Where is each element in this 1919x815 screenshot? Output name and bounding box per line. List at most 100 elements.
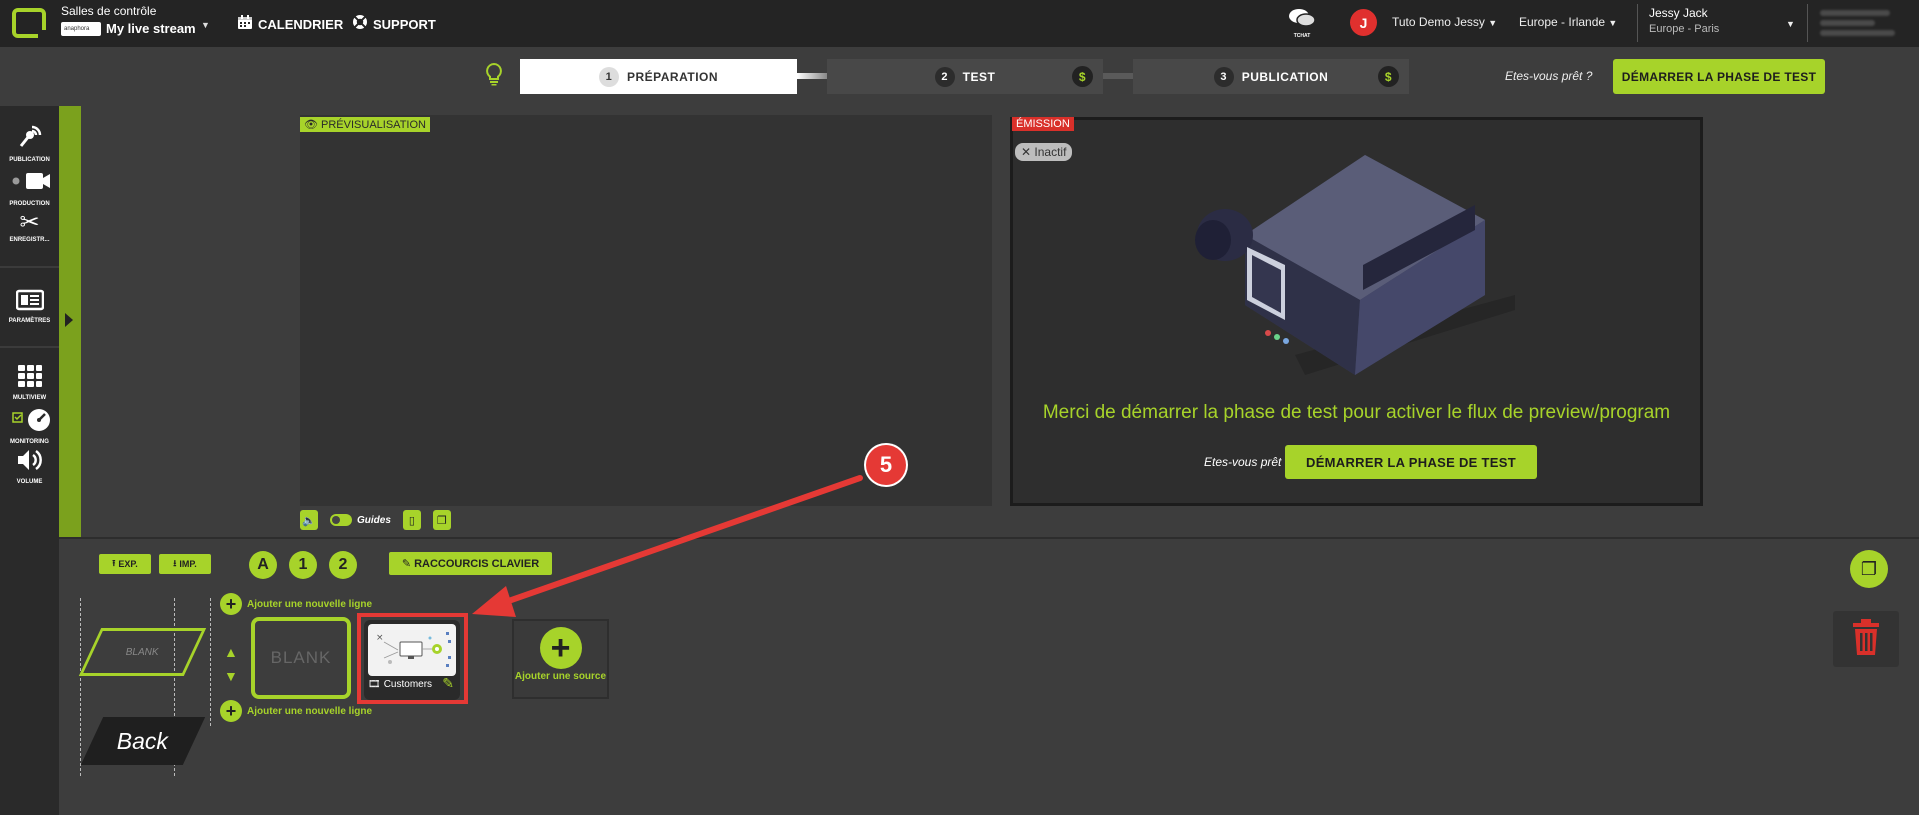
add-line-bottom-button[interactable]: + Ajouter une nouvelle ligne: [220, 700, 372, 722]
step-label: TEST: [962, 69, 996, 84]
sidebar-item-production[interactable]: PRODUCTION: [0, 168, 59, 207]
account-selector[interactable]: Tuto Demo Jessy ▼: [1392, 15, 1497, 29]
dollar-icon: $: [1378, 66, 1399, 87]
sidebar-label: MULTIVIEW: [12, 395, 47, 401]
divider: [0, 346, 59, 348]
step-number: 3: [1213, 66, 1234, 87]
sidebar-item-settings[interactable]: PARAMÈTRES: [0, 289, 59, 324]
nav-support[interactable]: SUPPORT: [352, 14, 436, 35]
expand-arrow-icon: [65, 313, 73, 327]
preview-controls: 🔈 Guides ▯ ❐: [300, 510, 451, 530]
account-avatar[interactable]: J: [1350, 9, 1377, 36]
sidebar-item-publication[interactable]: PUBLICATION: [0, 124, 59, 163]
emission-tag: ÉMISSION: [1012, 117, 1074, 131]
control-room-selector[interactable]: Salles de contrôle anaphora My live stre…: [61, 4, 210, 36]
keyboard-shortcuts-button[interactable]: ✎ RACCOURCIS CLAVIER: [389, 552, 552, 575]
sidebar-label: MONITORING: [10, 439, 49, 445]
add-source-button[interactable]: + Ajouter une source: [512, 619, 609, 699]
back-layer-label: Back: [117, 727, 169, 754]
arrow-down-icon[interactable]: ▼: [224, 664, 238, 688]
preview-tag-label: PRÉVISUALISATION: [321, 119, 426, 131]
sidebar-item-monitoring[interactable]: MONITORING: [0, 406, 59, 445]
step-label: PRÉPARATION: [626, 69, 719, 84]
dashed-guide: [210, 598, 211, 726]
trash-dropzone[interactable]: [1833, 611, 1899, 667]
arrow-up-icon[interactable]: ▲: [224, 640, 238, 664]
plus-icon: +: [539, 627, 582, 669]
sidebar-label: PRODUCTION: [9, 201, 50, 207]
emission-start-test-button[interactable]: DÉMARRER LA PHASE DE TEST: [1285, 445, 1537, 479]
camera-illustration: [1185, 125, 1525, 400]
layout-1-button[interactable]: 1: [289, 551, 317, 579]
account-name: Tuto Demo Jessy: [1392, 15, 1485, 29]
step-connector: [797, 73, 827, 79]
emission-message: Merci de démarrer la phase de test pour …: [1042, 402, 1671, 423]
layers-icon: ❐: [1860, 558, 1878, 579]
step-test[interactable]: 2 TEST $: [827, 59, 1103, 94]
grid-icon: [0, 364, 59, 394]
start-test-button[interactable]: DÉMARRER LA PHASE DE TEST: [1613, 59, 1825, 94]
app-logo[interactable]: [12, 8, 48, 40]
panel-toggle-bar[interactable]: [59, 106, 81, 538]
ready-question: Etes-vous prêt ?: [1505, 69, 1593, 83]
chevron-down-icon[interactable]: ▼: [1786, 16, 1795, 30]
shortcuts-label: RACCOURCIS CLAVIER: [414, 557, 540, 570]
chat-button[interactable]: TCHAT: [1288, 8, 1316, 39]
mobile-icon[interactable]: ▯: [402, 510, 421, 530]
control-rooms-title: Salles de contrôle: [61, 4, 157, 18]
status-label: Inactif: [1034, 145, 1067, 159]
divider: [1807, 4, 1808, 42]
scissors-icon: ✂: [19, 209, 40, 236]
sidebar-item-recording[interactable]: ✂ ENREGISTR...: [0, 209, 59, 244]
step-preparation[interactable]: 1 PRÉPARATION: [520, 59, 797, 94]
copy-icon[interactable]: ❐: [432, 510, 451, 530]
top-bar: Salles de contrôle anaphora My live stre…: [0, 0, 1919, 47]
nav-calendar-label: CALENDRIER: [258, 17, 344, 32]
region-selector[interactable]: Europe - Irlande ▼: [1519, 15, 1617, 29]
guides-label: Guides: [357, 514, 391, 526]
chevron-down-icon: ▼: [1608, 18, 1618, 28]
speaker-icon[interactable]: 🔈: [300, 510, 318, 530]
highlight-box: [357, 613, 468, 704]
sidebar-label: VOLUME: [16, 479, 43, 485]
sidebar-label: PARAMÈTRES: [8, 318, 51, 324]
layout-a-button[interactable]: A: [249, 551, 277, 579]
layers-button[interactable]: ❐: [1850, 550, 1888, 588]
chevron-down-icon: ▼: [1488, 18, 1498, 28]
guides-toggle[interactable]: Guides: [330, 514, 391, 526]
section-divider: [59, 537, 1919, 539]
calendar-icon: [237, 14, 253, 35]
sidebar-item-volume[interactable]: VOLUME: [0, 448, 59, 485]
chevron-down-icon: ▼: [201, 20, 210, 30]
sidebar-label: PUBLICATION: [9, 157, 50, 163]
back-layer[interactable]: Back: [80, 717, 206, 765]
chat-bubbles-icon: [1288, 8, 1316, 34]
toggle-switch[interactable]: [330, 514, 352, 526]
lightbulb-icon[interactable]: [484, 62, 504, 92]
user-menu[interactable]: Jessy Jack Europe - Paris: [1649, 6, 1719, 35]
camera-icon: [0, 168, 59, 200]
import-button[interactable]: ⭳ IMP.: [159, 554, 211, 574]
region-name: Europe - Irlande: [1519, 15, 1606, 29]
export-button[interactable]: ⭱ EXP.: [99, 554, 151, 574]
lifebuoy-icon: [352, 14, 368, 35]
step-label: PUBLICATION: [1241, 69, 1329, 84]
gauge-icon: [0, 406, 59, 438]
sidebar-item-multiview[interactable]: MULTIVIEW: [0, 364, 59, 401]
blank-source-tile[interactable]: BLANK: [251, 617, 351, 699]
blank-layer[interactable]: BLANK: [78, 628, 207, 676]
stream-name: My live stream: [106, 21, 196, 36]
close-icon: ✕: [1021, 145, 1032, 159]
left-sidebar: PUBLICATION PRODUCTION ✂ ENREGISTR... PA…: [0, 106, 59, 815]
status-badge: ✕ Inactif: [1015, 143, 1073, 161]
nav-calendar[interactable]: CALENDRIER: [237, 14, 343, 35]
export-label: EXP.: [118, 559, 138, 569]
annotation-number: 5: [866, 445, 906, 485]
pencil-icon: ✎: [401, 558, 412, 570]
preview-tag: 👁 PRÉVISUALISATION: [300, 117, 430, 132]
add-line-top-button[interactable]: + Ajouter une nouvelle ligne: [220, 593, 372, 615]
user-timezone: Europe - Paris: [1649, 23, 1720, 35]
step-publication[interactable]: 3 PUBLICATION $: [1133, 59, 1409, 94]
upload-icon: ⭱: [112, 558, 116, 568]
layout-2-button[interactable]: 2: [329, 551, 357, 579]
